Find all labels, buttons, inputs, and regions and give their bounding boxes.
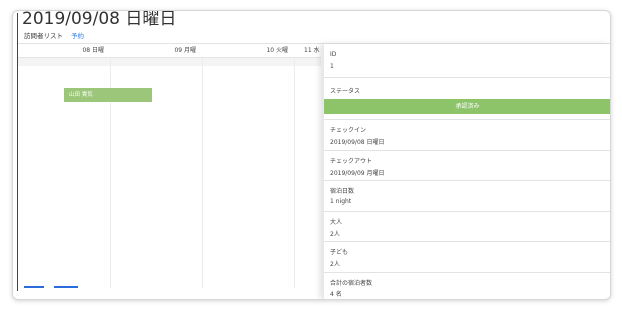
day-header-10: 10 火曜 xyxy=(266,47,288,54)
scrollbar-segment[interactable] xyxy=(24,286,44,288)
tab-reservation[interactable]: 予約 xyxy=(71,30,84,42)
detail-children-field: 子ども 2人 xyxy=(324,241,610,273)
detail-checkin-value: 2019/09/08 日曜日 xyxy=(330,139,385,146)
status-badge: 承認済み xyxy=(324,99,610,114)
detail-nights-label: 宿泊日数 xyxy=(330,188,355,195)
detail-adults-field: 大人 2人 xyxy=(324,211,610,242)
detail-id-field: ID 1 xyxy=(324,44,610,78)
detail-nights-value: 1 night xyxy=(330,198,352,205)
tab-visitor-list[interactable]: 訪問者リスト xyxy=(24,30,63,42)
detail-id-label: ID xyxy=(330,51,337,58)
detail-status-field: ステータス 承認済み xyxy=(324,77,610,120)
detail-children-label: 子ども xyxy=(330,249,349,256)
app-window: 2019/09/08 日曜日 訪問者リスト 予約 08 日曜 09 月曜 10 … xyxy=(12,10,611,300)
detail-checkout-field: チェックアウト 2019/09/09 月曜日 xyxy=(324,150,610,181)
detail-nights-field: 宿泊日数 1 night xyxy=(324,180,610,212)
calendar-band xyxy=(18,58,321,66)
column-divider xyxy=(202,58,203,288)
page-title: 2019/09/08 日曜日 xyxy=(22,10,177,29)
detail-children-value: 2人 xyxy=(330,261,340,268)
tab-bar: 訪問者リスト 予約 xyxy=(24,30,84,42)
scrollbar-segment[interactable] xyxy=(54,286,78,288)
detail-id-value: 1 xyxy=(330,63,334,70)
column-divider xyxy=(294,58,295,288)
detail-checkout-label: チェックアウト xyxy=(330,158,373,165)
detail-checkin-field: チェックイン 2019/09/08 日曜日 xyxy=(324,119,610,151)
reservation-event[interactable]: 山田 貴気 xyxy=(64,88,152,102)
calendar-grid: 08 日曜 09 月曜 10 火曜 11 水 山田 貴気 xyxy=(18,44,321,294)
detail-checkout-value: 2019/09/09 月曜日 xyxy=(330,170,385,177)
day-header-08: 08 日曜 xyxy=(82,47,104,54)
detail-total-field: 合計の宿泊者数 4 名 xyxy=(324,272,610,299)
detail-status-label: ステータス xyxy=(330,88,361,95)
detail-total-value: 4 名 xyxy=(330,291,342,298)
detail-total-label: 合計の宿泊者数 xyxy=(330,280,373,287)
detail-checkin-label: チェックイン xyxy=(330,127,367,134)
day-header-09: 09 月曜 xyxy=(174,47,196,54)
detail-adults-value: 2人 xyxy=(330,231,340,238)
reservation-detail-panel: ID 1 ステータス 承認済み チェックイン 2019/09/08 日曜日 チェ… xyxy=(323,44,610,299)
calendar-header: 08 日曜 09 月曜 10 火曜 11 水 xyxy=(18,44,321,58)
detail-adults-label: 大人 xyxy=(330,219,343,226)
